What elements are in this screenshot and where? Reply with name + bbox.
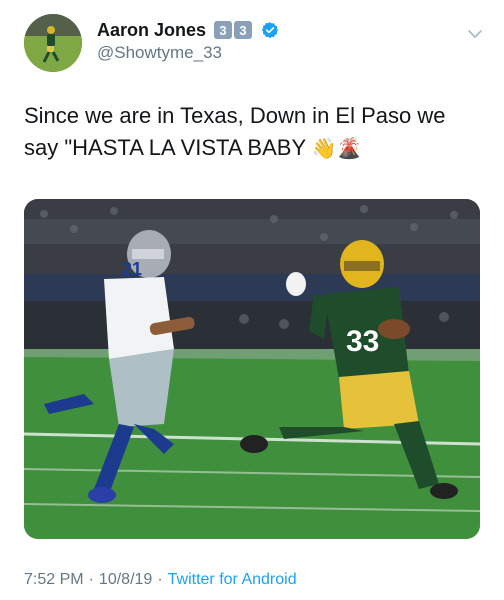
avatar[interactable]	[24, 14, 82, 72]
tweet-card: Aaron Jones 3 3 @Showtyme_33 Since we ar…	[0, 0, 504, 600]
tweet-text: Since we are in Texas, Down in El Paso w…	[24, 100, 484, 165]
jersey-number-right: 33	[346, 325, 379, 358]
number-badge: 3	[234, 21, 253, 39]
name-row: Aaron Jones 3 3	[97, 19, 279, 41]
meta-separator: ·	[157, 571, 163, 588]
tweet-source-link[interactable]: Twitter for Android	[168, 571, 297, 589]
tweet-time[interactable]: 7:52 PM	[24, 571, 84, 589]
verified-icon	[261, 22, 279, 39]
number-badge: 3	[214, 21, 233, 39]
tweet-emojis: 👋🌋	[311, 138, 362, 160]
display-name[interactable]: Aaron Jones	[97, 20, 206, 41]
tweet-body: Since we are in Texas, Down in El Paso w…	[24, 103, 446, 160]
tweet-meta: 7:52 PM · 10/8/19 · Twitter for Android	[24, 571, 297, 589]
tweet-photo[interactable]: 21 33	[24, 199, 480, 539]
meta-separator: ·	[88, 571, 94, 588]
user-handle[interactable]: @Showtyme_33	[97, 43, 222, 63]
chevron-down-icon[interactable]	[466, 25, 484, 43]
jersey-number-left: 21	[122, 259, 142, 279]
number-badges: 3 3	[214, 21, 253, 39]
tweet-date[interactable]: 10/8/19	[99, 571, 152, 589]
